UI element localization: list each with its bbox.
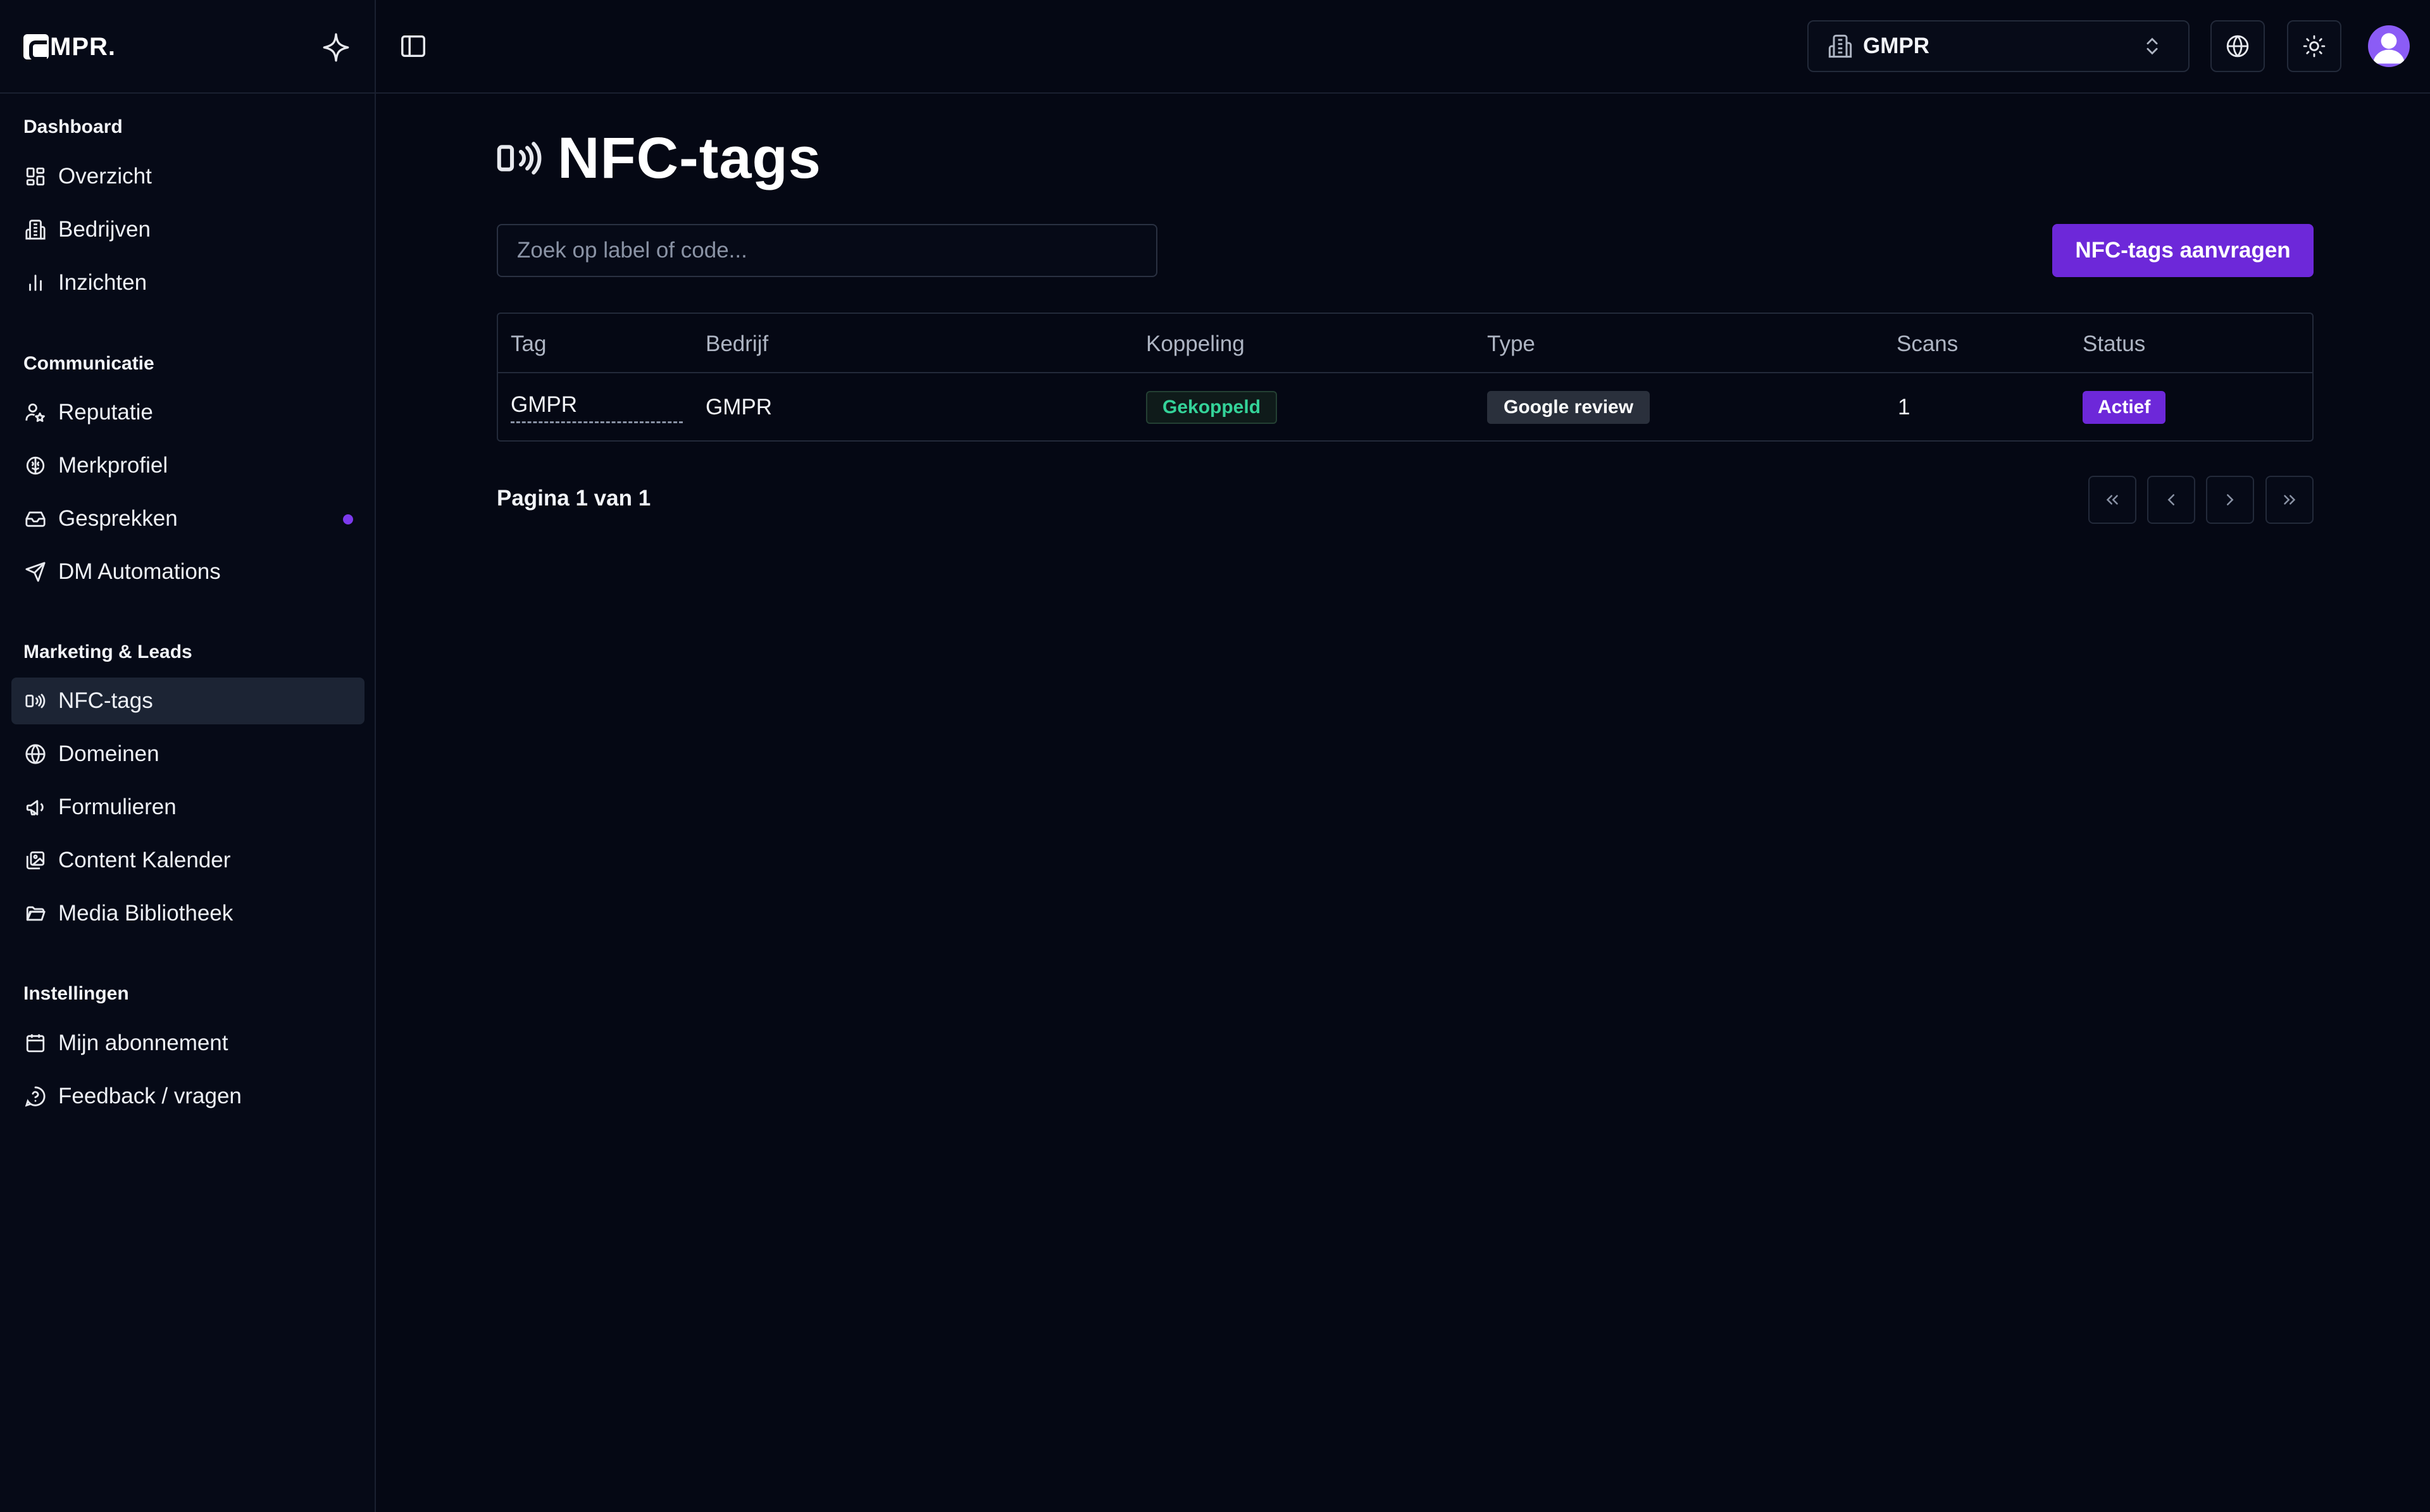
sidebar-item-label: Bedrijven	[58, 217, 151, 242]
user-star-icon	[23, 400, 47, 424]
nfc-tags-table: Tag Bedrijf Koppeling Type Scans Status …	[497, 313, 2314, 442]
section-instellingen: Instellingen	[23, 983, 129, 1004]
section-communicatie: Communicatie	[23, 353, 154, 374]
sidebar-item-feedback[interactable]: Feedback / vragen	[11, 1073, 364, 1120]
dashboard-grid-icon	[23, 164, 47, 189]
globe-icon	[23, 742, 47, 766]
sidebar-item-label: Feedback / vragen	[58, 1084, 242, 1108]
previous-page-button[interactable]	[2147, 476, 2195, 524]
user-avatar[interactable]	[2368, 25, 2410, 67]
scans-cell: 1	[1898, 395, 1910, 419]
sidebar-item-inzichten[interactable]: Inzichten	[11, 259, 364, 306]
sidebar-toggle-icon[interactable]	[399, 32, 428, 61]
bedrijf-cell: GMPR	[706, 395, 772, 419]
page-title-text: NFC-tags	[558, 125, 821, 190]
bar-chart-icon	[23, 271, 47, 295]
sidebar-item-domeinen[interactable]: Domeinen	[11, 731, 364, 778]
section-marketing-leads: Marketing & Leads	[23, 641, 192, 662]
building-icon	[23, 218, 47, 242]
sidebar: MPR. Dashboard Overzicht Bedrijven Inzic…	[0, 0, 376, 1512]
sidebar-item-mijn-abonnement[interactable]: Mijn abonnement	[11, 1020, 364, 1067]
sidebar-item-bedrijven[interactable]: Bedrijven	[11, 206, 364, 253]
sidebar-item-dm-automations[interactable]: DM Automations	[11, 548, 364, 595]
brand-logo[interactable]: MPR.	[23, 30, 116, 63]
koppeling-badge: Gekoppeld	[1146, 391, 1278, 424]
sidebar-item-formulieren[interactable]: Formulieren	[11, 784, 364, 831]
chevrons-up-down-icon	[2146, 37, 2158, 55]
image-stack-icon	[23, 848, 47, 872]
last-page-button[interactable]	[2265, 476, 2314, 524]
theme-toggle-button[interactable]	[2287, 20, 2341, 72]
organization-select[interactable]: GMPR	[1807, 20, 2190, 72]
sidebar-item-label: Content Kalender	[58, 848, 231, 872]
page-title: NFC-tags	[497, 125, 821, 190]
sparkle-icon[interactable]	[320, 32, 352, 63]
tag-cell[interactable]: GMPR	[511, 392, 683, 423]
language-button[interactable]	[2210, 20, 2265, 72]
nfc-icon	[497, 142, 542, 175]
section-dashboard: Dashboard	[23, 116, 123, 137]
sidebar-header: MPR.	[0, 0, 375, 94]
sidebar-item-label: Gesprekken	[58, 506, 178, 531]
table-header: Tag Bedrijf Koppeling Type Scans Status	[498, 314, 2312, 373]
request-nfc-tags-button[interactable]: NFC-tags aanvragen	[2052, 224, 2314, 277]
chevron-right-icon	[2227, 494, 2234, 505]
pagination-label: Pagina 1 van 1	[497, 486, 651, 511]
sidebar-item-label: Inzichten	[58, 270, 147, 295]
tag-name-link[interactable]: GMPR	[511, 392, 683, 423]
help-circle-icon	[23, 1084, 47, 1108]
column-header-status[interactable]: Status	[2083, 332, 2145, 357]
sidebar-item-overzicht[interactable]: Overzicht	[11, 153, 364, 200]
column-header-bedrijf[interactable]: Bedrijf	[706, 332, 768, 357]
sidebar-item-label: NFC-tags	[58, 688, 153, 713]
nfc-icon	[23, 689, 47, 713]
logo-mark-icon	[23, 34, 49, 61]
sidebar-item-label: Merkprofiel	[58, 453, 168, 478]
sidebar-item-label: Domeinen	[58, 741, 159, 766]
send-icon	[23, 560, 47, 584]
sidebar-item-nfc-tags[interactable]: NFC-tags	[11, 678, 364, 724]
first-page-button[interactable]	[2088, 476, 2136, 524]
column-header-scans[interactable]: Scans	[1897, 332, 1958, 357]
column-header-tag[interactable]: Tag	[511, 332, 546, 357]
status-badge: Actief	[2083, 391, 2166, 424]
sidebar-item-label: DM Automations	[58, 559, 221, 584]
type-badge: Google review	[1487, 391, 1650, 424]
sidebar-item-label: Formulieren	[58, 795, 177, 819]
sun-icon	[2303, 35, 2326, 58]
next-page-button[interactable]	[2206, 476, 2254, 524]
topbar: GMPR	[376, 0, 2430, 94]
chevrons-right-icon	[2284, 495, 2296, 505]
sidebar-item-label: Mijn abonnement	[58, 1031, 228, 1055]
sidebar-item-content-kalender[interactable]: Content Kalender	[11, 837, 364, 884]
sidebar-item-merkprofiel[interactable]: Merkprofiel	[11, 442, 364, 489]
sidebar-item-label: Overzicht	[58, 164, 152, 189]
column-header-type[interactable]: Type	[1487, 332, 1535, 357]
building-icon	[1828, 34, 1852, 58]
column-header-koppeling[interactable]: Koppeling	[1146, 332, 1245, 357]
sidebar-item-reputatie[interactable]: Reputatie	[11, 389, 364, 436]
chevron-left-icon	[2167, 494, 2174, 505]
sidebar-item-label: Reputatie	[58, 400, 153, 424]
logo-text: MPR.	[50, 32, 116, 61]
unread-indicator	[343, 514, 353, 524]
folder-icon	[23, 902, 47, 926]
brain-icon	[23, 454, 47, 478]
inbox-icon	[23, 507, 47, 531]
globe-icon	[2226, 35, 2249, 58]
chevrons-left-icon	[2106, 495, 2118, 505]
user-icon	[2373, 33, 2405, 64]
app: MPR. Dashboard Overzicht Bedrijven Inzic…	[0, 0, 2430, 1512]
sidebar-item-label: Media Bibliotheek	[58, 901, 234, 926]
megaphone-icon	[23, 795, 47, 819]
search-input[interactable]	[497, 224, 1157, 277]
sidebar-item-media-bibliotheek[interactable]: Media Bibliotheek	[11, 890, 364, 937]
sidebar-item-gesprekken[interactable]: Gesprekken	[11, 495, 364, 542]
calendar-icon	[23, 1031, 47, 1055]
organization-select-value: GMPR	[1863, 34, 1929, 58]
